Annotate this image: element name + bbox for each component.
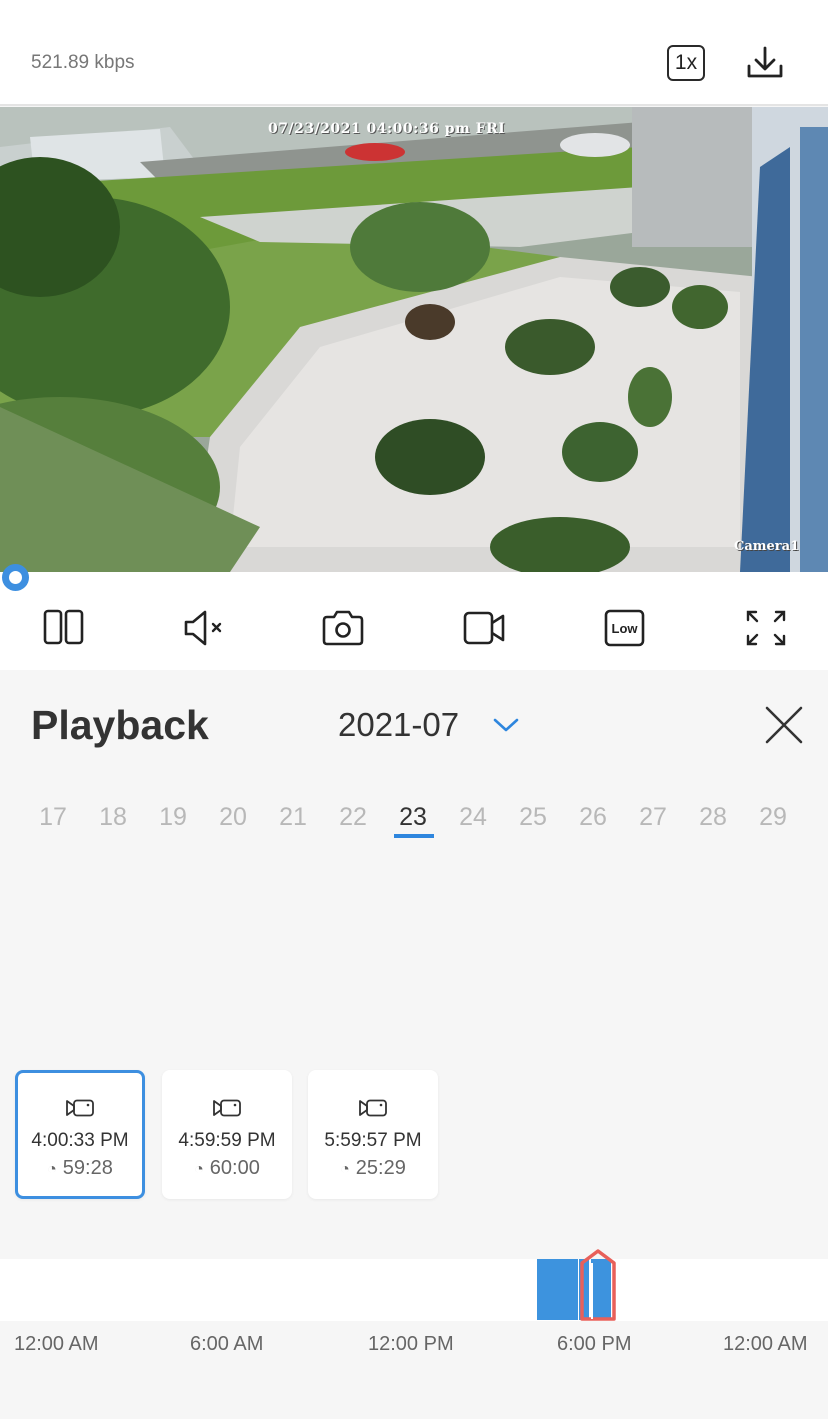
- bitrate-readout: 521.89 kbps: [31, 52, 135, 73]
- recording-card[interactable]: 4:00:33 PM ◔ 59:28: [15, 1070, 145, 1199]
- day-item-selected[interactable]: 23: [388, 803, 438, 832]
- recording-start-time: 5:59:57 PM: [324, 1130, 422, 1151]
- recording-duration: 59:28: [62, 1157, 113, 1179]
- day-item[interactable]: 26: [568, 803, 618, 832]
- fullscreen-icon: [746, 610, 786, 646]
- split-view-icon: [43, 609, 84, 645]
- clock-icon: ◔: [340, 1161, 350, 1178]
- clock-icon: ◔: [194, 1161, 204, 1178]
- top-bar: 521.89 kbps 1x: [0, 0, 828, 106]
- video-clip-icon: [66, 1099, 94, 1117]
- osd-camera-label: Camera1: [734, 539, 800, 554]
- day-item[interactable]: 24: [448, 803, 498, 832]
- quality-button[interactable]: Low: [603, 608, 647, 648]
- timeline-cursor[interactable]: [580, 1249, 616, 1322]
- video-clip-icon: [359, 1099, 387, 1117]
- day-item[interactable]: 28: [688, 803, 738, 832]
- recording-start-time: 4:00:33 PM: [31, 1130, 129, 1151]
- recording-duration: 60:00: [209, 1157, 260, 1179]
- record-button[interactable]: [462, 608, 506, 648]
- download-button[interactable]: [745, 44, 785, 82]
- day-item[interactable]: 17: [28, 803, 78, 832]
- mute-button[interactable]: [183, 608, 227, 648]
- recording-duration: 25:29: [355, 1157, 406, 1179]
- quality-icon: Low: [604, 609, 645, 647]
- recording-list: 4:00:33 PM ◔ 59:28 4:59:59 PM ◔ 60:00 5:59…: [0, 1070, 828, 1200]
- timeline-label: 6:00 AM: [190, 1333, 264, 1355]
- day-item[interactable]: 22: [328, 803, 378, 832]
- day-item[interactable]: 19: [148, 803, 198, 832]
- timeline-label: 12:00 PM: [368, 1333, 454, 1355]
- day-item[interactable]: 29: [748, 803, 798, 832]
- camera-icon: [322, 610, 364, 646]
- day-item[interactable]: 27: [628, 803, 678, 832]
- clock-icon: ◔: [47, 1161, 57, 1178]
- player-controls: Low: [0, 572, 828, 670]
- playback-speed-button[interactable]: 1x: [667, 45, 705, 81]
- month-selector[interactable]: 2021-07: [338, 706, 459, 744]
- recording-start-time: 4:59:59 PM: [178, 1130, 276, 1151]
- camera-feed-image: [0, 107, 828, 572]
- download-icon: [747, 46, 783, 78]
- timeline-recording-segment[interactable]: [537, 1259, 578, 1320]
- playback-title: Playback: [31, 702, 209, 748]
- recording-card[interactable]: 4:59:59 PM ◔ 60:00: [162, 1070, 292, 1199]
- timeline-track[interactable]: [0, 1259, 828, 1321]
- video-clip-icon: [213, 1099, 241, 1117]
- recording-card[interactable]: 5:59:57 PM ◔ 25:29: [308, 1070, 438, 1199]
- snapshot-button[interactable]: [321, 608, 365, 648]
- timeline-label: 12:00 AM: [14, 1333, 99, 1355]
- mute-icon: [184, 610, 222, 646]
- osd-timestamp: 07/23/2021 04:00:36 pm FRI: [268, 121, 506, 137]
- day-item[interactable]: 20: [208, 803, 258, 832]
- day-item[interactable]: 18: [88, 803, 138, 832]
- video-record-icon: [463, 611, 505, 645]
- video-player[interactable]: 07/23/2021 04:00:36 pm FRI Camera1: [0, 107, 828, 572]
- quality-label: Low: [612, 621, 639, 636]
- day-item[interactable]: 21: [268, 803, 318, 832]
- fullscreen-button[interactable]: [744, 608, 788, 648]
- day-item[interactable]: 25: [508, 803, 558, 832]
- playback-scrub-handle[interactable]: [2, 564, 29, 591]
- close-icon[interactable]: [764, 705, 804, 745]
- timeline-label: 12:00 AM: [723, 1333, 808, 1355]
- selected-day-indicator: [394, 834, 434, 838]
- timeline-label: 6:00 PM: [557, 1333, 632, 1355]
- split-view-button[interactable]: [42, 608, 86, 648]
- chevron-down-icon[interactable]: [492, 714, 520, 734]
